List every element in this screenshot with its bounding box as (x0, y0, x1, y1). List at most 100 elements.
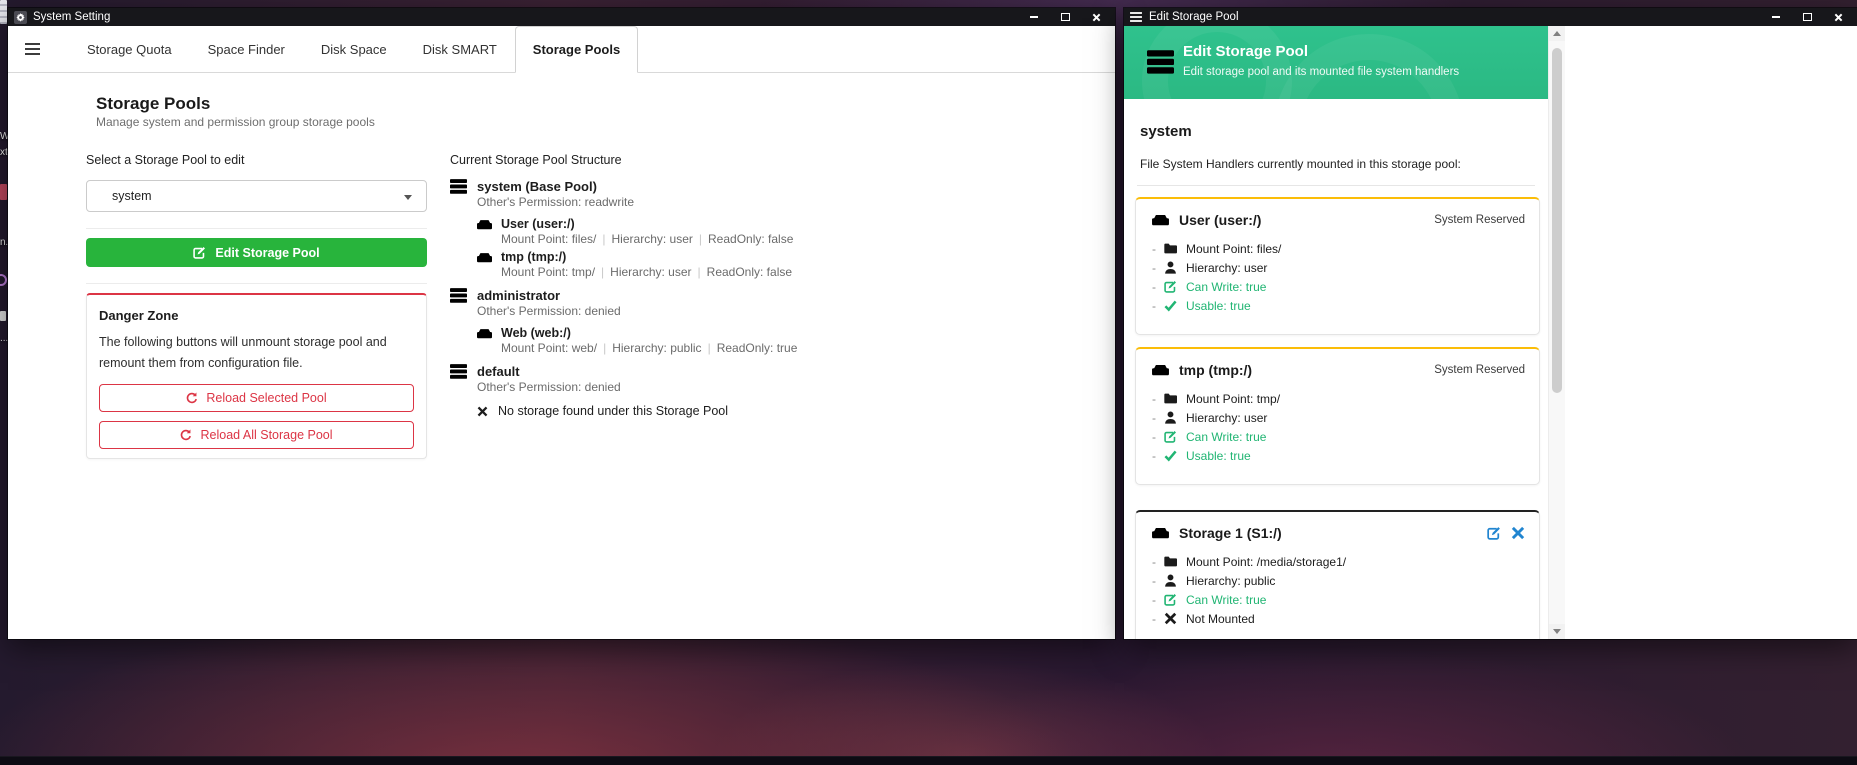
check-icon (1164, 299, 1186, 312)
minimize-button[interactable] (1027, 11, 1041, 23)
structure-title: Current Storage Pool Structure (450, 153, 622, 167)
mount-details: Mount Point: web/|Hierarchy: public|Read… (501, 341, 890, 355)
minimize-button[interactable] (1769, 11, 1783, 23)
mount-details: Mount Point: files/|Hierarchy: user|Read… (501, 232, 890, 246)
reload-all-storage-pool-button[interactable]: Reload All Storage Pool (99, 421, 414, 449)
maximize-button[interactable] (1800, 11, 1814, 23)
system-reserved-badge: System Reserved (1434, 364, 1525, 376)
edit-icon (1164, 593, 1186, 606)
user-icon (1164, 261, 1186, 274)
pool-name: administrator (477, 288, 560, 303)
tab-disk-space[interactable]: Disk Space (303, 26, 405, 72)
fs-handler-card-tmp: tmp (tmp:/) System Reserved -Mount Point… (1135, 347, 1540, 485)
edit-storage-pool-button[interactable]: Edit Storage Pool (86, 238, 427, 267)
settings-tabbar: Storage Quota Space Finder Disk Space Di… (8, 26, 1115, 73)
tree-pool-default: default Other's Permission: denied No st… (450, 364, 890, 418)
mount-point-row: -Mount Point: files/ (1152, 239, 1539, 258)
window-title: Edit Storage Pool (1149, 11, 1239, 23)
hamburger-menu-icon[interactable] (25, 43, 40, 55)
maximize-button[interactable] (1058, 11, 1072, 23)
scrollbar[interactable] (1548, 26, 1565, 639)
system-reserved-badge: System Reserved (1434, 214, 1525, 226)
fs-handler-card-storage1: Storage 1 (S1:/) -Mount Point: /media/st… (1135, 510, 1540, 639)
folder-icon (1164, 242, 1186, 255)
times-icon (1164, 612, 1186, 625)
hdd-icon (477, 252, 492, 263)
list-icon (1130, 12, 1149, 22)
pool-name: system (Base Pool) (477, 179, 597, 194)
handler-name: Storage 1 (S1:/) (1179, 525, 1282, 541)
fs-handler-card-user: User (user:/) System Reserved -Mount Poi… (1135, 197, 1540, 335)
desktop-icon-fragment-bar (0, 311, 6, 321)
gear-icon (14, 11, 27, 24)
edit-icon (193, 246, 206, 259)
mount-point-row: -Mount Point: /media/storage1/ (1152, 552, 1539, 571)
tab-storage-pools[interactable]: Storage Pools (515, 26, 638, 73)
tab-disk-smart[interactable]: Disk SMART (405, 26, 515, 72)
desktop: { "colors": { "banner_green": "#2dbd87",… (0, 0, 1857, 765)
edit-icon (1164, 430, 1186, 443)
not-mounted-row: -Not Mounted (1152, 609, 1539, 628)
refresh-icon (186, 392, 198, 404)
check-icon (1164, 449, 1186, 462)
desktop-icon-label-fragment: xt (0, 147, 8, 158)
desktop-icon-fragment-document (0, 0, 7, 24)
refresh-icon (180, 429, 192, 441)
pool-select[interactable]: system (86, 180, 427, 212)
taskbar-strip (0, 756, 1857, 765)
tree-pool-administrator: administrator Other's Permission: denied… (450, 288, 890, 355)
tab-storage-quota[interactable]: Storage Quota (69, 26, 190, 72)
server-icon (450, 364, 467, 379)
divider (1137, 185, 1535, 186)
hdd-icon (1152, 364, 1169, 376)
desktop-icon-fragment-red (0, 184, 7, 200)
close-button[interactable] (1831, 11, 1845, 23)
system-setting-titlebar[interactable]: System Setting (8, 8, 1115, 26)
system-setting-window: System Setting Storage Quota Space Finde… (8, 8, 1115, 639)
scroll-down-button[interactable] (1549, 624, 1565, 639)
folder-icon (1164, 392, 1186, 405)
scrollbar-thumb[interactable] (1552, 48, 1562, 393)
hierarchy-row: -Hierarchy: user (1152, 258, 1539, 277)
mount-name: tmp (tmp:/) (501, 250, 566, 264)
storage-pool-tree: system (Base Pool) Other's Permission: r… (450, 179, 890, 427)
can-write-row: -Can Write: true (1152, 427, 1539, 446)
scroll-up-button[interactable] (1549, 26, 1565, 41)
handler-name: tmp (tmp:/) (1179, 362, 1252, 378)
tab-space-finder[interactable]: Space Finder (190, 26, 303, 72)
hdd-icon (1152, 527, 1169, 539)
tree-pool-system: system (Base Pool) Other's Permission: r… (450, 179, 890, 279)
page-subtitle: Manage system and permission group stora… (96, 115, 375, 129)
usable-row: -Usable: true (1152, 296, 1539, 315)
pool-permission: Other's Permission: denied (477, 304, 890, 318)
usable-row: -Usable: true (1152, 446, 1539, 465)
edit-storage-pool-window: Edit Storage Pool Edit Storage Pool Edit… (1124, 8, 1857, 639)
mount-point-row: -Mount Point: tmp/ (1152, 389, 1539, 408)
hdd-icon (1152, 214, 1169, 226)
page-title: Storage Pools (96, 94, 210, 114)
chevron-down-icon (404, 195, 412, 200)
pool-select-label: Select a Storage Pool to edit (86, 153, 244, 167)
can-write-row: -Can Write: true (1152, 277, 1539, 296)
pool-permission: Other's Permission: readwrite (477, 195, 890, 209)
edit-storage-pool-titlebar[interactable]: Edit Storage Pool (1124, 8, 1857, 26)
window-title: System Setting (33, 11, 110, 23)
server-icon (450, 288, 467, 303)
desktop-icon-fragment-ring (0, 274, 7, 286)
banner-title: Edit Storage Pool (1183, 43, 1308, 60)
reload-selected-pool-button[interactable]: Reload Selected Pool (99, 384, 414, 412)
hdd-icon (477, 219, 492, 230)
edit-pool-banner: Edit Storage Pool Edit storage pool and … (1124, 26, 1548, 99)
tree-mount-user: User (user:/) Mount Point: files/|Hierar… (477, 217, 890, 246)
remove-handler-icon[interactable] (1511, 526, 1525, 540)
pool-permission: Other's Permission: denied (477, 380, 890, 394)
danger-zone-description: The following buttons will unmount stora… (99, 332, 421, 374)
danger-zone-card: Danger Zone The following buttons will u… (86, 293, 427, 459)
edit-handler-icon[interactable] (1487, 526, 1501, 540)
danger-zone-title: Danger Zone (99, 308, 414, 323)
close-button[interactable] (1089, 11, 1103, 23)
selected-pool-name: system (1140, 123, 1192, 140)
can-write-row: -Can Write: true (1152, 590, 1539, 609)
user-icon (1164, 411, 1186, 424)
mount-details: Mount Point: tmp/|Hierarchy: user|ReadOn… (501, 265, 890, 279)
